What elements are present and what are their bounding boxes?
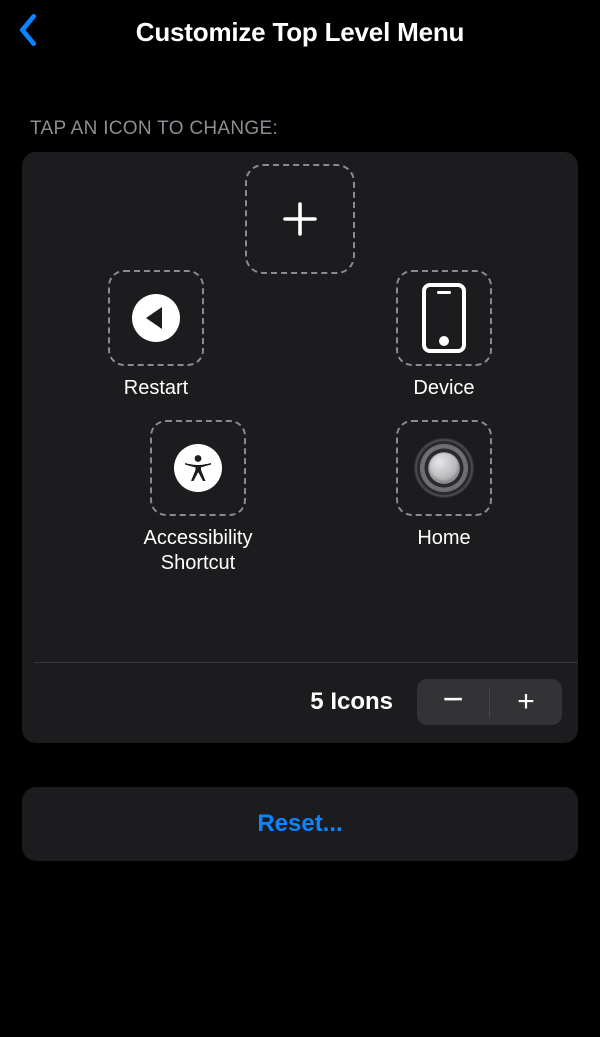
slot-label-accessibility: Accessibility Shortcut bbox=[108, 526, 288, 576]
device-speaker bbox=[437, 291, 451, 294]
accessibility-icon bbox=[174, 444, 222, 492]
slot-label-device: Device bbox=[413, 376, 474, 401]
slot-box-accessibility bbox=[150, 420, 246, 516]
back-button[interactable] bbox=[6, 10, 50, 54]
plus-icon bbox=[277, 196, 323, 242]
icon-count-row: 5 Icons − + bbox=[22, 663, 578, 743]
page-title: Customize Top Level Menu bbox=[136, 17, 464, 48]
slot-box-restart bbox=[108, 270, 204, 366]
slot-label-restart: Restart bbox=[124, 376, 188, 401]
device-home-dot bbox=[439, 336, 449, 346]
slot-accessibility[interactable]: Accessibility Shortcut bbox=[108, 420, 288, 576]
icon-count-stepper: − + bbox=[417, 679, 562, 725]
slot-label-home: Home bbox=[417, 526, 470, 551]
icon-count-label: 5 Icons bbox=[310, 688, 393, 716]
slot-restart[interactable]: Restart bbox=[108, 270, 204, 401]
slot-home[interactable]: Home bbox=[396, 420, 492, 551]
slot-box-home bbox=[396, 420, 492, 516]
reset-label: Reset... bbox=[257, 810, 342, 838]
slot-box-add bbox=[245, 164, 355, 274]
chevron-left-icon bbox=[17, 13, 39, 52]
device-icon bbox=[422, 283, 466, 353]
stepper-minus-button[interactable]: − bbox=[417, 679, 489, 725]
stepper-plus-button[interactable]: + bbox=[490, 679, 562, 725]
section-label: TAP AN ICON TO CHANGE: bbox=[30, 118, 576, 140]
slot-add[interactable] bbox=[245, 164, 355, 274]
slot-device[interactable]: Device bbox=[396, 270, 492, 401]
reset-button[interactable]: Reset... bbox=[22, 787, 578, 861]
icon-customize-card: Restart Device Accessi bbox=[22, 152, 578, 743]
header: Customize Top Level Menu bbox=[0, 0, 600, 64]
icon-grid: Restart Device Accessi bbox=[22, 152, 578, 662]
restart-icon bbox=[132, 294, 180, 342]
home-icon bbox=[415, 439, 473, 497]
slot-box-device bbox=[396, 270, 492, 366]
